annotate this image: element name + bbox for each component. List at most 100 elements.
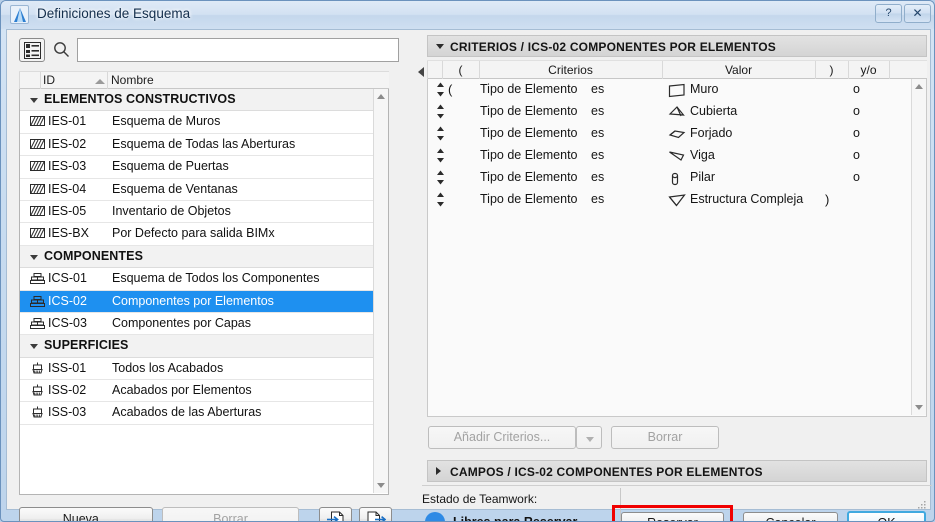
list-item-id: ISS-01: [48, 360, 87, 375]
borrar-scheme-button[interactable]: Borrar: [162, 507, 299, 521]
help-button[interactable]: ?: [875, 4, 902, 23]
criteria-field[interactable]: Tipo de Elemento: [480, 192, 578, 206]
column-header-nombre[interactable]: Nombre: [111, 73, 154, 87]
list-item[interactable]: IES-BX Por Defecto para salida BIMx: [20, 223, 388, 246]
criteria-value[interactable]: Pilar: [690, 170, 715, 184]
list-item-id: IES-02: [48, 136, 87, 151]
list-view-icon[interactable]: [19, 38, 45, 62]
criteria-row[interactable]: Tipo de Elemento es Estructura Compleja): [428, 189, 926, 211]
list-item[interactable]: IES-05 Inventario de Objetos: [20, 201, 388, 224]
hatch-rect-icon: [30, 183, 45, 198]
cancelar-button[interactable]: Cancelar: [743, 512, 838, 521]
updown-handle-icon[interactable]: [436, 192, 445, 207]
column-header-criterios[interactable]: Criterios: [479, 63, 662, 77]
criteria-andor[interactable]: o: [853, 170, 860, 184]
hatch-rect-icon: [30, 205, 45, 220]
criteria-field[interactable]: Tipo de Elemento: [480, 126, 578, 140]
list-item[interactable]: ICS-03 Componentes por Capas: [20, 313, 388, 336]
list-item-id: ICS-01: [48, 271, 87, 286]
criteria-field[interactable]: Tipo de Elemento: [480, 82, 578, 96]
column-header-valor[interactable]: Valor: [662, 63, 815, 77]
criteria-value[interactable]: Cubierta: [690, 104, 737, 118]
list-item-id: IES-03: [48, 159, 87, 174]
scroll-up-icon[interactable]: [377, 94, 385, 99]
criteria-andor[interactable]: o: [853, 82, 860, 96]
list-group-row[interactable]: COMPONENTES: [20, 245, 388, 269]
criteria-operator[interactable]: es: [591, 148, 604, 162]
list-item-id: IES-04: [48, 181, 87, 196]
campos-section-header[interactable]: CAMPOS / ICS-02 COMPONENTES POR ELEMENTO…: [427, 460, 927, 482]
criteria-row[interactable]: Tipo de Elemento es Pilar o: [428, 167, 926, 189]
criteria-operator[interactable]: es: [591, 170, 604, 184]
criteria-row[interactable]: Tipo de Elemento es Viga o: [428, 145, 926, 167]
search-input[interactable]: [77, 38, 399, 62]
reservar-button[interactable]: Reservar: [621, 512, 724, 521]
column-header-open-paren[interactable]: (: [442, 63, 479, 77]
criteria-field[interactable]: Tipo de Elemento: [480, 170, 578, 184]
criteria-andor[interactable]: o: [853, 104, 860, 118]
updown-handle-icon[interactable]: [436, 82, 445, 97]
criteria-operator[interactable]: es: [591, 192, 604, 206]
scroll-down-icon[interactable]: [915, 405, 923, 410]
list-group-row[interactable]: SUPERFICIES: [20, 335, 388, 358]
criteria-andor[interactable]: o: [853, 126, 860, 140]
export-document-icon[interactable]: [359, 507, 392, 521]
list-item-name: Acabados por Elementos: [112, 383, 252, 398]
nueva-button[interactable]: Nueva...: [19, 507, 153, 521]
scroll-up-icon[interactable]: [915, 84, 923, 89]
criteria-value[interactable]: Viga: [690, 148, 715, 162]
anadir-criterios-button[interactable]: Añadir Criterios...: [428, 426, 576, 449]
list-item[interactable]: ICS-01 Esquema de Todos los Componentes: [20, 268, 388, 291]
criteria-andor[interactable]: o: [853, 148, 860, 162]
column-header-close-paren[interactable]: ): [815, 63, 848, 77]
borrar-criterio-button[interactable]: Borrar: [611, 426, 719, 449]
schemes-list[interactable]: ELEMENTOS CONSTRUCTIVOS IES-01 Esquema de …: [19, 89, 389, 495]
list-scrollbar[interactable]: [373, 89, 388, 493]
criteria-value[interactable]: Forjado: [690, 126, 732, 140]
list-item[interactable]: IES-03 Esquema de Puertas: [20, 156, 388, 179]
paint-brush-icon: [30, 362, 45, 378]
criteria-close-paren[interactable]: ): [825, 192, 829, 207]
list-item-name: Esquema de Ventanas: [112, 181, 238, 196]
criteria-operator[interactable]: es: [591, 126, 604, 140]
scroll-down-icon[interactable]: [377, 483, 385, 488]
list-item-id: IES-BX: [48, 226, 89, 241]
criteria-field[interactable]: Tipo de Elemento: [480, 104, 578, 118]
import-document-icon[interactable]: [319, 507, 352, 521]
close-button[interactable]: ✕: [904, 4, 931, 23]
criteria-rows-area[interactable]: (Tipo de Elemento es Muro o Tipo de Elemento…: [427, 79, 927, 417]
updown-handle-icon[interactable]: [436, 104, 445, 119]
list-item[interactable]: IES-02 Esquema de Todas las Aberturas: [20, 134, 388, 157]
column-header-yo[interactable]: y/o: [848, 63, 889, 77]
resize-grip[interactable]: [917, 497, 927, 509]
criteria-value[interactable]: Estructura Compleja: [690, 192, 803, 206]
updown-handle-icon[interactable]: [436, 126, 445, 141]
criteria-scrollbar[interactable]: [911, 79, 926, 415]
criteria-open-paren[interactable]: (: [448, 82, 452, 97]
list-item[interactable]: ISS-03 Acabados de las Aberturas: [20, 402, 388, 425]
chevron-down-icon: [436, 44, 444, 49]
column-header-id[interactable]: ID: [43, 73, 55, 87]
criteria-row[interactable]: Tipo de Elemento es Cubierta o: [428, 101, 926, 123]
brick-stack-icon: [30, 272, 45, 288]
list-item[interactable]: IES-01 Esquema de Muros: [20, 111, 388, 134]
list-item[interactable]: ICS-02 Componentes por Elementos: [20, 290, 388, 313]
criterios-section-header[interactable]: CRITERIOS / ICS-02 COMPONENTES POR ELEME…: [427, 35, 927, 57]
updown-handle-icon[interactable]: [436, 170, 445, 185]
criteria-row[interactable]: Tipo de Elemento es Forjado o: [428, 123, 926, 145]
updown-handle-icon[interactable]: [436, 148, 445, 163]
search-icon: [53, 41, 70, 63]
criteria-column-header: ( Criterios Valor ) y/o: [427, 60, 927, 80]
list-item[interactable]: ISS-01 Todos los Acabados: [20, 358, 388, 381]
ok-button[interactable]: OK: [847, 511, 926, 521]
list-item[interactable]: ISS-02 Acabados por Elementos: [20, 380, 388, 403]
criteria-field[interactable]: Tipo de Elemento: [480, 148, 578, 162]
anadir-criterios-dropdown[interactable]: [576, 426, 602, 449]
list-item-name: Todos los Acabados: [112, 360, 224, 375]
list-group-row[interactable]: ELEMENTOS CONSTRUCTIVOS: [20, 89, 388, 112]
criteria-row[interactable]: ( Tipo de Elemento es Muro o: [428, 79, 926, 101]
criteria-operator[interactable]: es: [591, 104, 604, 118]
criteria-operator[interactable]: es: [591, 82, 604, 96]
list-item[interactable]: IES-04 Esquema de Ventanas: [20, 179, 388, 201]
criteria-value[interactable]: Muro: [690, 82, 718, 96]
